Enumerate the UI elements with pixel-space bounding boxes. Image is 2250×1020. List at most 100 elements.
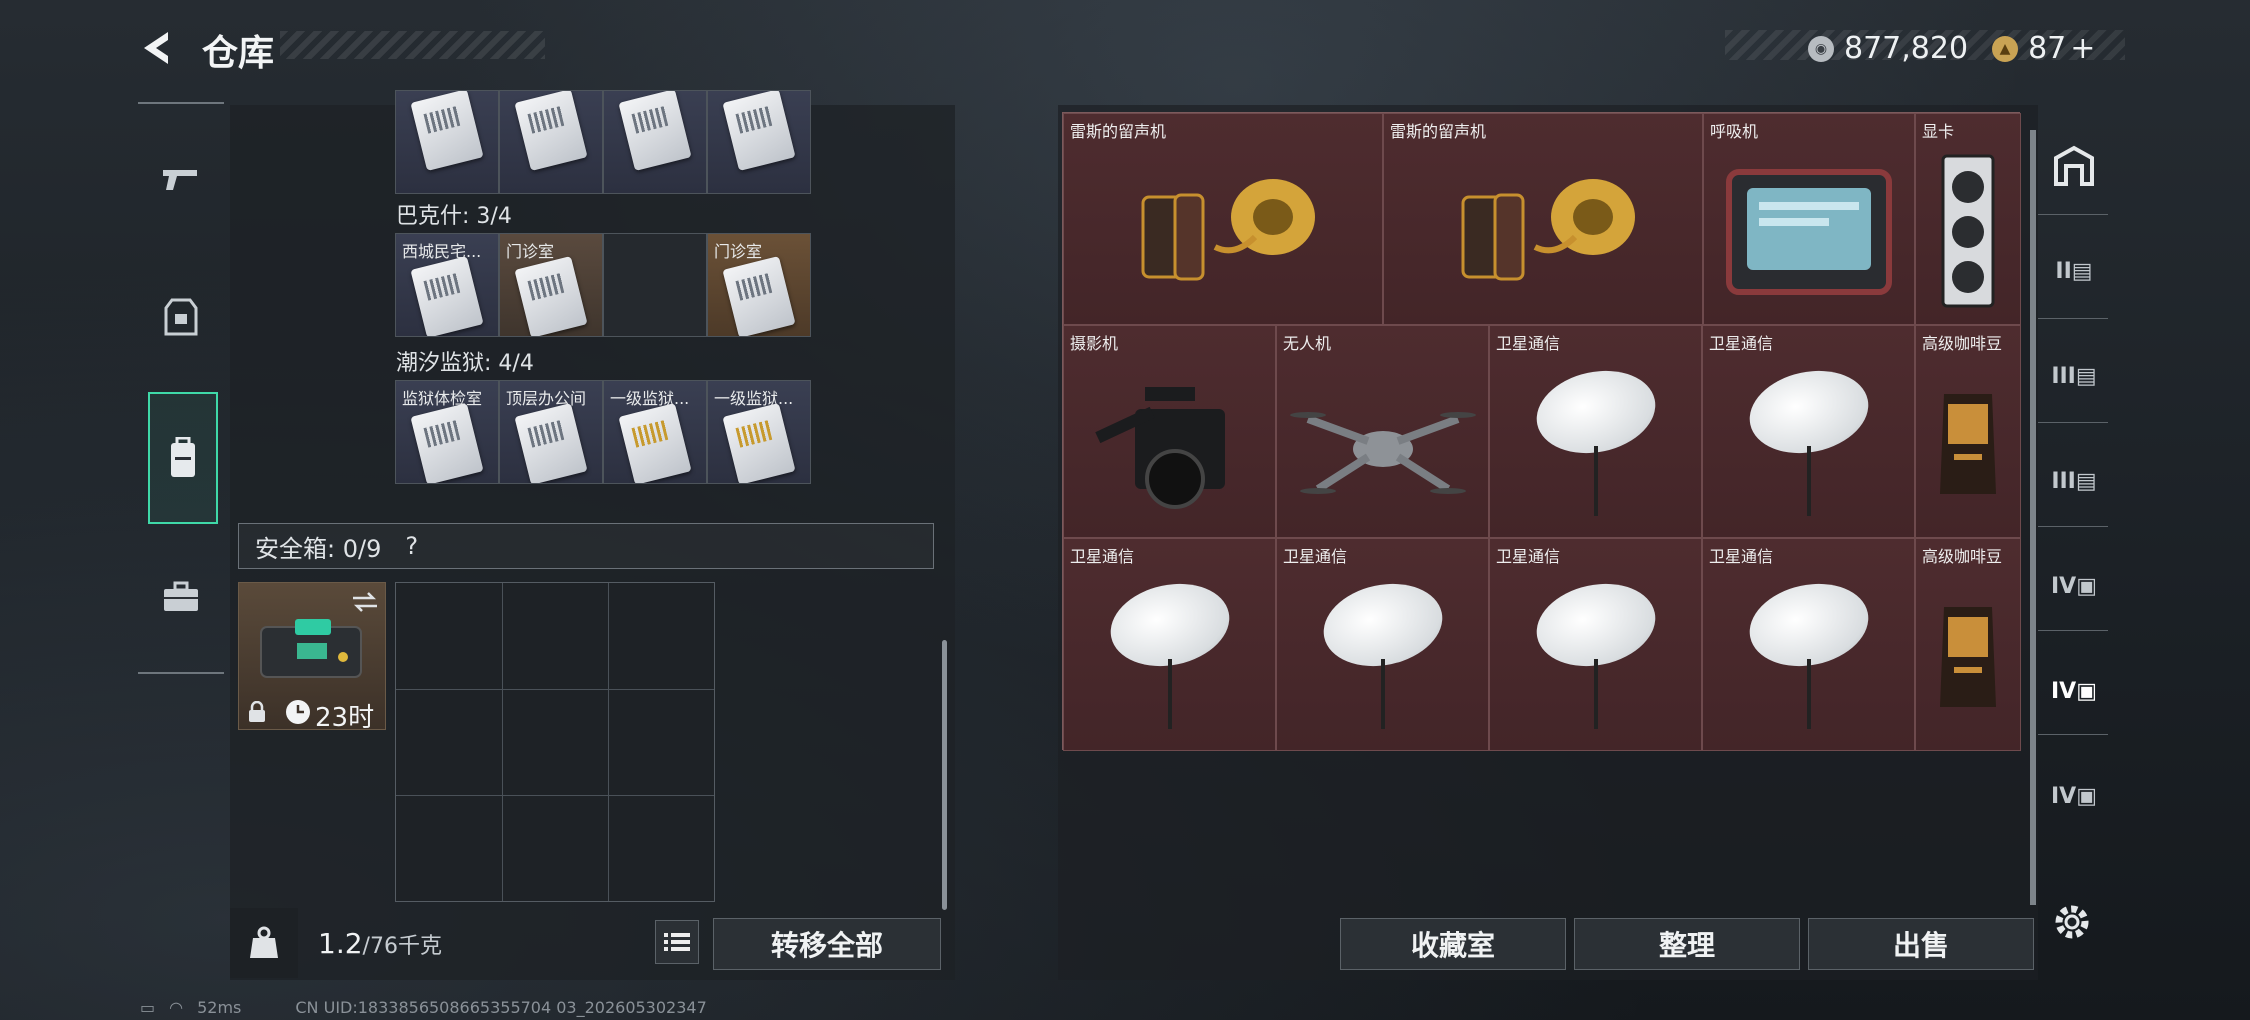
- shelf-level-label: II: [2055, 258, 2072, 284]
- item-coffee-beans[interactable]: 高级咖啡豆: [1915, 325, 2021, 538]
- tab-divider: [138, 672, 224, 674]
- item-satellite-dish[interactable]: 卫星通信: [1702, 325, 1915, 538]
- slot-label: 一级监狱...: [610, 389, 690, 408]
- page-title: 仓库: [202, 33, 275, 74]
- safe-box-grid[interactable]: [395, 582, 715, 902]
- keycard-slot[interactable]: 监狱体检室: [395, 380, 499, 484]
- title-decoration: [280, 31, 545, 59]
- keycard-slot[interactable]: 门诊室: [707, 233, 811, 337]
- item-label: 卫星通信: [1496, 547, 1561, 566]
- tab-backpack[interactable]: [148, 392, 218, 524]
- keycard-row-top: [395, 90, 811, 194]
- safe-box-header: 安全箱: 0/9 ?: [238, 523, 934, 569]
- item-gramophone[interactable]: 雷斯的留声机: [1063, 113, 1383, 325]
- item-camera[interactable]: 摄影机: [1063, 325, 1276, 538]
- weight-lock-button[interactable]: [230, 908, 298, 978]
- inventory-slot[interactable]: [603, 90, 707, 194]
- item-gpu[interactable]: 显卡: [1915, 113, 2021, 325]
- keycard-row-prison: 监狱体检室 顶层办公间 一级监狱... 一级监狱...: [395, 380, 811, 484]
- back-button[interactable]: [138, 28, 178, 68]
- satellite-dish-icon: [1528, 573, 1663, 730]
- shelf-icon: ▣: [2076, 678, 2097, 704]
- keycard-slot[interactable]: 西城民宅...: [395, 233, 499, 337]
- gpu-icon: [1933, 152, 2003, 312]
- item-label: 卫星通信: [1496, 334, 1561, 353]
- inventory-slot[interactable]: [499, 90, 603, 194]
- item-coffee-beans[interactable]: 高级咖啡豆: [1915, 538, 2021, 751]
- empty-slot[interactable]: [603, 233, 707, 337]
- slot-label: 顶层办公间: [506, 389, 587, 408]
- gold-amount: 87: [2028, 31, 2067, 66]
- tab-weapon[interactable]: [150, 148, 212, 210]
- wifi-icon: ◠: [169, 998, 184, 1017]
- organize-button[interactable]: 整理: [1574, 918, 1800, 970]
- shelf-level-label: III: [2051, 363, 2076, 389]
- list-view-button[interactable]: [655, 920, 699, 964]
- inventory-slot[interactable]: [395, 90, 499, 194]
- shelf-icon: ▣: [2076, 783, 2097, 809]
- scrollbar[interactable]: [942, 640, 947, 910]
- safe-box-item[interactable]: 23时: [238, 582, 386, 733]
- inventory-slot[interactable]: [707, 90, 811, 194]
- slot-label: 一级监狱...: [714, 389, 794, 408]
- item-satellite-dish[interactable]: 卫星通信: [1489, 325, 1702, 538]
- keycard-slot[interactable]: 一级监狱...: [603, 380, 707, 484]
- keycard-slot[interactable]: 门诊室: [499, 233, 603, 337]
- gold-add-button[interactable]: +: [2070, 31, 2095, 66]
- collection-room-button[interactable]: 收藏室: [1340, 918, 1566, 970]
- shelf-icon: ▣: [2076, 573, 2097, 599]
- nav-shelf-2[interactable]: II ▤: [2048, 245, 2100, 297]
- satellite-dish-icon: [1741, 573, 1876, 730]
- shelf-level-label: IV: [2050, 678, 2077, 704]
- silver-coin-icon: ◉: [1808, 35, 1834, 62]
- swap-icon[interactable]: [351, 591, 379, 613]
- nav-shelf-3b[interactable]: III ▤: [2048, 455, 2100, 507]
- ventilator-icon: [1719, 162, 1899, 302]
- item-satellite-dish[interactable]: 卫星通信: [1063, 538, 1276, 751]
- keycard-slot[interactable]: 一级监狱...: [707, 380, 811, 484]
- vest-icon: [164, 298, 198, 336]
- tab-case[interactable]: [150, 566, 212, 628]
- satellite-dish-icon: [1102, 573, 1237, 730]
- battery-icon: ▭: [140, 998, 156, 1017]
- tab-armor[interactable]: [150, 286, 212, 348]
- keycard-slot[interactable]: 顶层办公间: [499, 380, 603, 484]
- group-label-bakesh: 巴克什: 3/4: [396, 204, 512, 229]
- clock-icon: [286, 700, 310, 724]
- help-button[interactable]: ?: [405, 532, 418, 560]
- safe-case-icon: [260, 619, 362, 678]
- gramophone-icon: [1123, 167, 1323, 297]
- sell-button[interactable]: 出售: [1808, 918, 2034, 970]
- item-satellite-dish[interactable]: 卫星通信: [1702, 538, 1915, 751]
- satellite-dish-icon: [1315, 573, 1450, 730]
- nav-shelf-3a[interactable]: III ▤: [2048, 350, 2100, 402]
- item-ventilator[interactable]: 呼吸机: [1703, 113, 1915, 325]
- right-nav-scrollbar[interactable]: [2030, 130, 2036, 905]
- drone-icon: [1288, 379, 1478, 509]
- silver-amount: 877,820: [1844, 31, 1969, 66]
- settings-button[interactable]: [2052, 902, 2092, 942]
- nav-home-warehouse[interactable]: [2048, 140, 2100, 192]
- item-satellite-dish[interactable]: 卫星通信: [1489, 538, 1702, 751]
- shelf-level-label: IV: [2050, 573, 2077, 599]
- item-satellite-dish[interactable]: 卫星通信: [1276, 538, 1489, 751]
- slot-label: 监狱体检室: [402, 389, 483, 408]
- weight-max: /76千克: [362, 934, 442, 959]
- shelf-level-label: III: [2051, 468, 2076, 494]
- nav-shelf-4b[interactable]: IV ▣: [2048, 665, 2100, 717]
- item-label: 高级咖啡豆: [1922, 547, 2003, 566]
- warehouse-icon: [2054, 145, 2094, 186]
- item-label: 卫星通信: [1070, 547, 1135, 566]
- item-gramophone[interactable]: 雷斯的留声机: [1383, 113, 1703, 325]
- nav-shelf-4c[interactable]: IV ▣: [2048, 770, 2100, 822]
- gramophone-icon: [1443, 167, 1643, 297]
- item-label: 高级咖啡豆: [1922, 334, 2003, 353]
- nav-shelf-4a[interactable]: IV ▣: [2048, 560, 2100, 612]
- item-drone[interactable]: 无人机: [1276, 325, 1489, 538]
- pistol-icon: [163, 170, 197, 190]
- gold-coin-icon: ▲: [1992, 35, 2019, 62]
- item-label: 显卡: [1922, 122, 1955, 141]
- item-label: 雷斯的留声机: [1070, 122, 1167, 141]
- camera-icon: [1075, 369, 1265, 519]
- transfer-all-button[interactable]: 转移全部: [713, 918, 941, 970]
